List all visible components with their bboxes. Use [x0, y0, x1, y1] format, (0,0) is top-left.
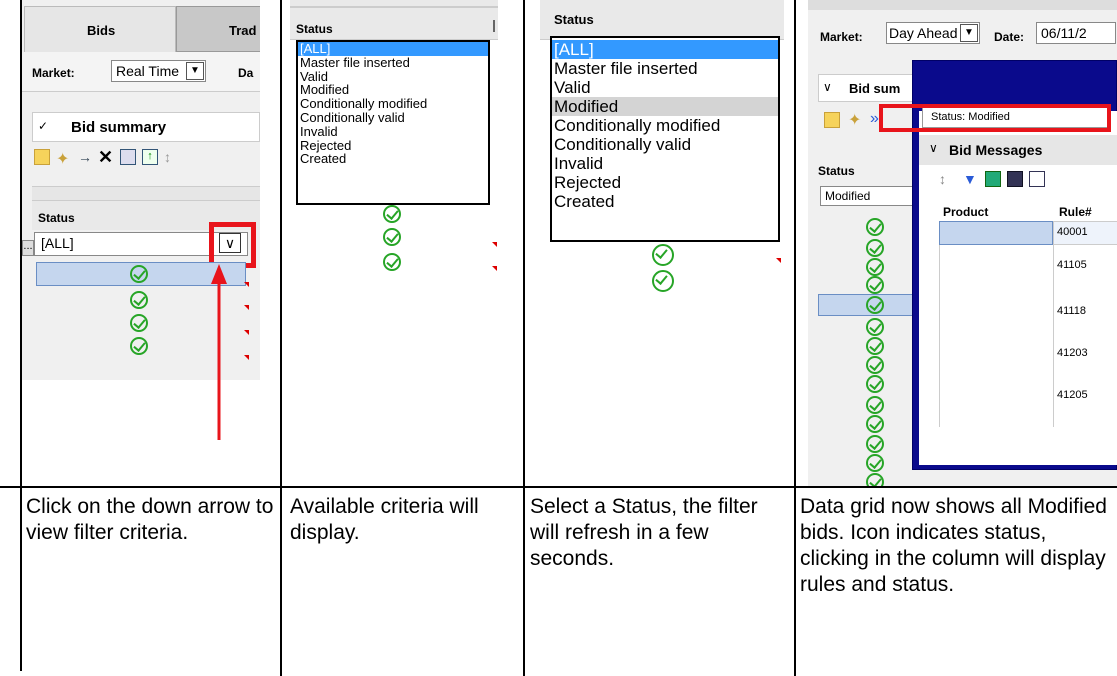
market-select[interactable]: Day Ahead ▼ [886, 22, 980, 44]
filter-option[interactable]: Valid [552, 78, 778, 97]
filter-option-all[interactable]: [ALL] [552, 40, 778, 59]
date-label: Da [238, 66, 254, 80]
sort-icon[interactable]: ↕ [939, 171, 955, 187]
red-arrow-annotation [211, 264, 227, 440]
filter-option[interactable]: Conditionally valid [298, 111, 488, 125]
market-select[interactable]: Real Time ▼ [111, 60, 206, 82]
status-filter-list: [ALL] Master file inserted Valid Modifie… [296, 40, 490, 205]
sort-icon[interactable]: ↕ [164, 149, 180, 165]
table-icon[interactable] [1029, 171, 1045, 187]
status-modified-icon[interactable] [866, 296, 884, 314]
status-column-header: Status [818, 164, 855, 178]
product-column-header: Product [943, 205, 989, 219]
filter-option[interactable]: Master file inserted [552, 59, 778, 78]
highlight-box [879, 104, 1111, 132]
caption-step-1: Click on the down arrow to view filter c… [26, 495, 274, 544]
list-icon[interactable] [1007, 171, 1023, 187]
chevron-down-icon[interactable]: ✓ [38, 119, 48, 133]
screenshot-panel-2: Status [ALL] Master file inserted Valid … [290, 0, 498, 290]
sparkle-icon[interactable]: ✦ [848, 110, 864, 129]
filter-option[interactable]: Modified [298, 83, 488, 97]
rule-number[interactable]: 41203 [1057, 347, 1088, 359]
upload-icon[interactable]: ↑ [142, 149, 158, 165]
filter-option[interactable]: Conditionally valid [552, 135, 778, 154]
status-valid-icon[interactable] [652, 270, 674, 292]
status-valid-icon[interactable] [383, 228, 401, 246]
rule-column-header: Rule# [1059, 205, 1092, 219]
status-modified-icon[interactable] [866, 415, 884, 433]
filter-option[interactable]: Created [552, 192, 778, 211]
market-label: Market: [820, 30, 863, 44]
status-modified-icon[interactable] [866, 276, 884, 294]
chevron-down-icon[interactable]: ∨ [929, 141, 938, 155]
status-valid-icon[interactable] [130, 291, 148, 309]
chevron-down-icon[interactable]: ∨ [823, 80, 832, 94]
status-modified-icon[interactable] [866, 337, 884, 355]
status-filter-list: [ALL] Master file inserted Valid Modifie… [550, 36, 780, 242]
filter-option[interactable]: Conditionally modified [552, 116, 778, 135]
copy-icon[interactable] [120, 149, 136, 165]
status-valid-icon[interactable] [130, 265, 148, 283]
filter-option[interactable]: Invalid [552, 154, 778, 173]
filter-option[interactable]: Created [298, 152, 488, 166]
filter-option[interactable]: Invalid [298, 124, 488, 139]
date-label: Date: [994, 30, 1025, 44]
caption-step-4: Data grid now shows all Modified bids. I… [800, 495, 1107, 596]
bid-summary-title: Bid sum [849, 81, 901, 96]
filter-option[interactable]: Rejected [298, 138, 488, 153]
caption-step-3: Select a Status, the filter will refresh… [530, 495, 758, 570]
status-modified-icon[interactable] [866, 218, 884, 236]
status-filter-input[interactable]: Modified [820, 186, 918, 206]
chevron-down-icon[interactable]: ▼ [186, 62, 204, 80]
bid-summary-title: Bid summary [71, 119, 167, 136]
delete-icon[interactable]: ✕ [98, 147, 114, 167]
filter-option-all[interactable]: [ALL] [298, 42, 488, 56]
rule-number[interactable]: 40001 [1057, 226, 1088, 238]
status-modified-icon[interactable] [866, 258, 884, 276]
status-column-header: Status [296, 22, 333, 36]
status-valid-icon[interactable] [383, 253, 401, 271]
filter-option[interactable]: Master file inserted [298, 55, 488, 70]
bid-messages-title: Bid Messages [949, 142, 1043, 158]
filter-icon[interactable]: ▼ [963, 171, 979, 187]
caption-step-2: Available criteria will display. [290, 495, 479, 544]
chevron-down-icon[interactable]: ▼ [960, 24, 978, 42]
screenshot-panel-3: Status [ALL] Master file inserted Valid … [540, 0, 784, 292]
screenshot-panel-4: Market: Day Ahead ▼ Date: 06/11/2 ∨ Bid … [808, 0, 1117, 488]
filter-option[interactable]: Valid [298, 69, 488, 84]
status-modified-icon[interactable] [866, 396, 884, 414]
status-column-header: Status [38, 211, 75, 225]
filter-option[interactable]: Rejected [552, 173, 778, 192]
sparkle-icon[interactable]: ✦ [56, 149, 72, 168]
market-label: Market: [32, 66, 75, 80]
import-icon[interactable]: → [78, 149, 94, 165]
status-valid-icon[interactable] [130, 314, 148, 332]
tab-bids[interactable]: Bids [24, 6, 176, 52]
status-valid-icon[interactable] [652, 244, 674, 266]
rule-number[interactable]: 41205 [1057, 389, 1088, 401]
status-valid-icon[interactable] [383, 205, 401, 223]
toolbar: ✦ → ✕ ↑ ↕ [32, 146, 260, 170]
status-modified-icon[interactable] [866, 239, 884, 257]
new-icon[interactable] [34, 149, 50, 165]
status-modified-icon[interactable] [866, 435, 884, 453]
status-valid-icon[interactable] [130, 337, 148, 355]
status-modified-icon[interactable] [866, 318, 884, 336]
status-modified-icon[interactable] [866, 356, 884, 374]
status-modified-icon[interactable] [866, 375, 884, 393]
filter-option[interactable]: Conditionally modified [298, 97, 488, 111]
new-icon[interactable] [824, 112, 840, 128]
ellipsis-button[interactable]: ... [22, 240, 34, 256]
date-input[interactable]: 06/11/2 [1036, 22, 1116, 44]
filter-option-modified[interactable]: Modified [552, 97, 778, 116]
status-column-header: Status [554, 12, 594, 27]
status-modified-icon[interactable] [866, 454, 884, 472]
rule-number[interactable]: 41118 [1057, 305, 1086, 317]
rule-number[interactable]: 41105 [1057, 259, 1087, 271]
export-icon[interactable] [985, 171, 1001, 187]
tab-trades[interactable]: Trad [176, 6, 260, 52]
